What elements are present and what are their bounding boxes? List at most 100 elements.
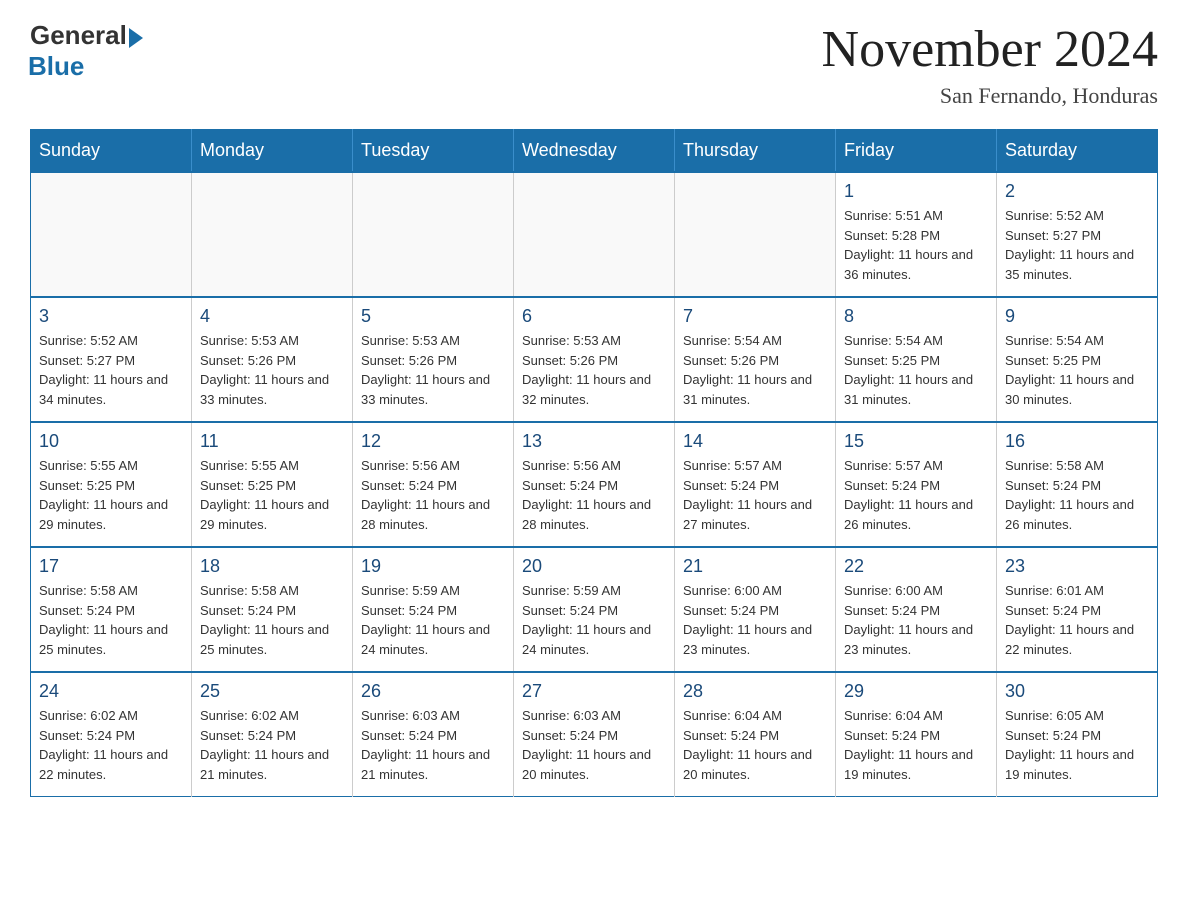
calendar-day: 23 Sunrise: 6:01 AMSunset: 5:24 PMDayligh…: [997, 547, 1158, 672]
day-number: 7: [683, 306, 827, 327]
day-number: 12: [361, 431, 505, 452]
calendar-day: 26 Sunrise: 6:03 AMSunset: 5:24 PMDayligh…: [353, 672, 514, 797]
day-info: Sunrise: 5:58 AMSunset: 5:24 PMDaylight:…: [200, 581, 344, 659]
day-number: 28: [683, 681, 827, 702]
day-header-wednesday: Wednesday: [514, 130, 675, 173]
day-info: Sunrise: 6:00 AMSunset: 5:24 PMDaylight:…: [683, 581, 827, 659]
day-info: Sunrise: 6:03 AMSunset: 5:24 PMDaylight:…: [361, 706, 505, 784]
day-number: 18: [200, 556, 344, 577]
calendar-table: SundayMondayTuesdayWednesdayThursdayFrid…: [30, 129, 1158, 797]
day-number: 1: [844, 181, 988, 202]
day-info: Sunrise: 6:03 AMSunset: 5:24 PMDaylight:…: [522, 706, 666, 784]
day-number: 4: [200, 306, 344, 327]
day-number: 26: [361, 681, 505, 702]
day-info: Sunrise: 5:53 AMSunset: 5:26 PMDaylight:…: [522, 331, 666, 409]
calendar-day: 15 Sunrise: 5:57 AMSunset: 5:24 PMDayligh…: [836, 422, 997, 547]
calendar-day: 18 Sunrise: 5:58 AMSunset: 5:24 PMDayligh…: [192, 547, 353, 672]
day-info: Sunrise: 6:00 AMSunset: 5:24 PMDaylight:…: [844, 581, 988, 659]
logo-top: General: [30, 20, 143, 51]
day-number: 14: [683, 431, 827, 452]
calendar-day: 12 Sunrise: 5:56 AMSunset: 5:24 PMDayligh…: [353, 422, 514, 547]
calendar-day: 28 Sunrise: 6:04 AMSunset: 5:24 PMDayligh…: [675, 672, 836, 797]
calendar-day: 7Sunrise: 5:54 AMSunset: 5:26 PMDaylight…: [675, 297, 836, 422]
day-info: Sunrise: 6:04 AMSunset: 5:24 PMDaylight:…: [844, 706, 988, 784]
day-info: Sunrise: 5:56 AMSunset: 5:24 PMDaylight:…: [522, 456, 666, 534]
calendar-day: 9Sunrise: 5:54 AMSunset: 5:25 PMDaylight…: [997, 297, 1158, 422]
day-header-monday: Monday: [192, 130, 353, 173]
calendar-day: 25 Sunrise: 6:02 AMSunset: 5:24 PMDayligh…: [192, 672, 353, 797]
day-info: Sunrise: 5:58 AMSunset: 5:24 PMDaylight:…: [39, 581, 183, 659]
calendar-day: 8Sunrise: 5:54 AMSunset: 5:25 PMDaylight…: [836, 297, 997, 422]
calendar-day: 14 Sunrise: 5:57 AMSunset: 5:24 PMDayligh…: [675, 422, 836, 547]
day-info: Sunrise: 5:55 AMSunset: 5:25 PMDaylight:…: [200, 456, 344, 534]
day-number: 27: [522, 681, 666, 702]
calendar-day: 1Sunrise: 5:51 AMSunset: 5:28 PMDaylight…: [836, 172, 997, 297]
logo-general-text: General: [30, 20, 127, 51]
month-title: November 2024: [822, 20, 1158, 79]
day-number: 6: [522, 306, 666, 327]
day-info: Sunrise: 5:59 AMSunset: 5:24 PMDaylight:…: [361, 581, 505, 659]
calendar-day: 17 Sunrise: 5:58 AMSunset: 5:24 PMDayligh…: [31, 547, 192, 672]
calendar-week-1: 1Sunrise: 5:51 AMSunset: 5:28 PMDaylight…: [31, 172, 1158, 297]
day-number: 16: [1005, 431, 1149, 452]
calendar-day: 19 Sunrise: 5:59 AMSunset: 5:24 PMDayligh…: [353, 547, 514, 672]
location-subtitle: San Fernando, Honduras: [822, 83, 1158, 109]
calendar-day: 2 Sunrise: 5:52 AMSunset: 5:27 PMDaylight…: [997, 172, 1158, 297]
day-header-friday: Friday: [836, 130, 997, 173]
day-number: 10: [39, 431, 183, 452]
day-number: 23: [1005, 556, 1149, 577]
day-info: Sunrise: 6:05 AMSunset: 5:24 PMDaylight:…: [1005, 706, 1149, 784]
calendar-day: 30Sunrise: 6:05 AMSunset: 5:24 PMDayligh…: [997, 672, 1158, 797]
day-number: 22: [844, 556, 988, 577]
calendar-week-2: 3Sunrise: 5:52 AMSunset: 5:27 PMDaylight…: [31, 297, 1158, 422]
day-header-saturday: Saturday: [997, 130, 1158, 173]
day-info: Sunrise: 6:02 AMSunset: 5:24 PMDaylight:…: [39, 706, 183, 784]
day-number: 2: [1005, 181, 1149, 202]
day-header-thursday: Thursday: [675, 130, 836, 173]
calendar-week-4: 17 Sunrise: 5:58 AMSunset: 5:24 PMDayligh…: [31, 547, 1158, 672]
calendar-day: 10 Sunrise: 5:55 AMSunset: 5:25 PMDayligh…: [31, 422, 192, 547]
calendar-day: 21 Sunrise: 6:00 AMSunset: 5:24 PMDayligh…: [675, 547, 836, 672]
day-info: Sunrise: 6:02 AMSunset: 5:24 PMDaylight:…: [200, 706, 344, 784]
header-row: SundayMondayTuesdayWednesdayThursdayFrid…: [31, 130, 1158, 173]
calendar-day: 16Sunrise: 5:58 AMSunset: 5:24 PMDayligh…: [997, 422, 1158, 547]
day-number: 5: [361, 306, 505, 327]
calendar-day: [353, 172, 514, 297]
day-number: 19: [361, 556, 505, 577]
calendar-body: 1Sunrise: 5:51 AMSunset: 5:28 PMDaylight…: [31, 172, 1158, 797]
day-info: Sunrise: 5:52 AMSunset: 5:27 PMDaylight:…: [1005, 206, 1149, 284]
calendar-week-3: 10 Sunrise: 5:55 AMSunset: 5:25 PMDayligh…: [31, 422, 1158, 547]
title-area: November 2024 San Fernando, Honduras: [822, 20, 1158, 109]
day-number: 29: [844, 681, 988, 702]
calendar-day: 6 Sunrise: 5:53 AMSunset: 5:26 PMDaylight…: [514, 297, 675, 422]
logo-arrow-icon: [129, 28, 143, 48]
calendar-day: 20 Sunrise: 5:59 AMSunset: 5:24 PMDayligh…: [514, 547, 675, 672]
day-number: 21: [683, 556, 827, 577]
day-header-sunday: Sunday: [31, 130, 192, 173]
calendar-day: [192, 172, 353, 297]
calendar-day: 24Sunrise: 6:02 AMSunset: 5:24 PMDayligh…: [31, 672, 192, 797]
day-info: Sunrise: 5:55 AMSunset: 5:25 PMDaylight:…: [39, 456, 183, 534]
day-number: 20: [522, 556, 666, 577]
day-number: 11: [200, 431, 344, 452]
calendar-day: [31, 172, 192, 297]
day-number: 25: [200, 681, 344, 702]
day-info: Sunrise: 5:56 AMSunset: 5:24 PMDaylight:…: [361, 456, 505, 534]
day-number: 13: [522, 431, 666, 452]
calendar-day: 3Sunrise: 5:52 AMSunset: 5:27 PMDaylight…: [31, 297, 192, 422]
logo: General Blue: [30, 20, 143, 82]
day-info: Sunrise: 5:59 AMSunset: 5:24 PMDaylight:…: [522, 581, 666, 659]
day-info: Sunrise: 5:57 AMSunset: 5:24 PMDaylight:…: [683, 456, 827, 534]
calendar-day: 13 Sunrise: 5:56 AMSunset: 5:24 PMDayligh…: [514, 422, 675, 547]
day-info: Sunrise: 5:54 AMSunset: 5:25 PMDaylight:…: [844, 331, 988, 409]
calendar-header: SundayMondayTuesdayWednesdayThursdayFrid…: [31, 130, 1158, 173]
calendar-day: 11 Sunrise: 5:55 AMSunset: 5:25 PMDayligh…: [192, 422, 353, 547]
calendar-day: 27 Sunrise: 6:03 AMSunset: 5:24 PMDayligh…: [514, 672, 675, 797]
day-info: Sunrise: 6:01 AMSunset: 5:24 PMDaylight:…: [1005, 581, 1149, 659]
day-number: 17: [39, 556, 183, 577]
day-number: 15: [844, 431, 988, 452]
calendar-day: [675, 172, 836, 297]
day-info: Sunrise: 6:04 AMSunset: 5:24 PMDaylight:…: [683, 706, 827, 784]
day-info: Sunrise: 5:57 AMSunset: 5:24 PMDaylight:…: [844, 456, 988, 534]
calendar-day: 5Sunrise: 5:53 AMSunset: 5:26 PMDaylight…: [353, 297, 514, 422]
